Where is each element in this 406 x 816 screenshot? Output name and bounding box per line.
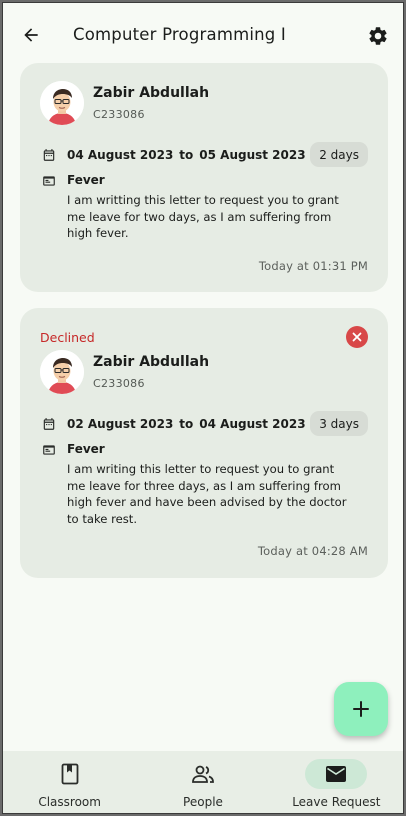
leave-message: I am writing this letter to request you …	[67, 461, 372, 527]
leave-request-card[interactable]: Declined Zabir Abdullah C233086 02 Augus…	[20, 308, 388, 578]
student-avatar-icon	[40, 81, 84, 125]
nav-label: Leave Request	[292, 795, 381, 809]
declined-icon[interactable]	[346, 326, 368, 348]
arrow-left-icon	[24, 28, 38, 42]
leave-message: I am writting this letter to request you…	[67, 192, 372, 242]
leave-note-icon	[43, 445, 55, 455]
people-icon	[192, 765, 214, 783]
status-badge: Declined	[40, 330, 95, 345]
request-timestamp: Today at 01:31 PM	[258, 259, 368, 273]
settings-button[interactable]	[365, 23, 391, 49]
student-id: C233086	[93, 108, 145, 121]
add-leave-request-button[interactable]	[334, 682, 388, 736]
leave-message-line: me leave for two days, as I am suffering…	[67, 209, 332, 224]
back-button[interactable]	[19, 23, 43, 47]
leave-message-line: high fever and have been advised by the …	[67, 495, 347, 509]
nav-item-people[interactable]: People	[136, 751, 269, 813]
student-name: Zabir Abdullah	[93, 354, 210, 370]
page-title: Computer Programming I	[73, 25, 286, 44]
nav-label: People	[183, 795, 223, 809]
to-date: 05 August 2023	[199, 148, 306, 162]
gear-icon	[369, 27, 387, 45]
avatar	[40, 81, 84, 125]
days-badge: 3 days	[310, 411, 368, 436]
to-word: to	[179, 417, 194, 431]
calendar-icon	[43, 149, 55, 161]
to-date: 04 August 2023	[199, 417, 306, 431]
nav-label: Classroom	[38, 795, 101, 809]
request-timestamp: Today at 04:28 AM	[257, 544, 368, 558]
leave-message-line: high fever.	[67, 226, 129, 240]
close-icon	[352, 332, 362, 342]
student-name: Zabir Abdullah	[93, 85, 210, 101]
student-avatar-icon	[40, 350, 84, 394]
leave-date-range: 02 August 2023 to 04 August 2023	[67, 417, 306, 431]
nav-item-classroom[interactable]: Classroom	[3, 751, 136, 813]
app-screen: Computer Programming I Zabir Abdullah C2…	[2, 2, 404, 814]
to-word: to	[179, 148, 194, 162]
app-bar: Computer Programming I	[3, 3, 403, 63]
leave-reason: Fever	[67, 442, 105, 456]
leave-date-range: 04 August 2023 to 05 August 2023	[67, 148, 306, 162]
days-badge: 2 days	[310, 142, 368, 167]
calendar-icon	[43, 418, 55, 430]
leave-reason: Fever	[67, 173, 105, 187]
from-date: 04 August 2023	[67, 148, 174, 162]
book-icon	[61, 763, 79, 785]
student-id: C233086	[93, 377, 145, 390]
nav-item-leave-request[interactable]: Leave Request	[270, 751, 403, 813]
leave-note-icon	[43, 176, 55, 186]
leave-message-line: I am writing this letter to request you …	[67, 462, 335, 476]
from-date: 02 August 2023	[67, 417, 174, 431]
leave-message-line: I am writting this letter to request you…	[67, 193, 339, 207]
plus-icon	[353, 701, 369, 717]
avatar	[40, 350, 84, 394]
leave-message-line: to take rest.	[67, 511, 138, 526]
leave-request-card[interactable]: Zabir Abdullah C233086 04 August 2023 to 0…	[20, 63, 388, 292]
leave-message-line: me leave for three days, as I am sufferi…	[67, 478, 341, 493]
mail-icon	[326, 766, 347, 782]
bottom-navigation: Classroom People Leave Request	[3, 751, 403, 813]
